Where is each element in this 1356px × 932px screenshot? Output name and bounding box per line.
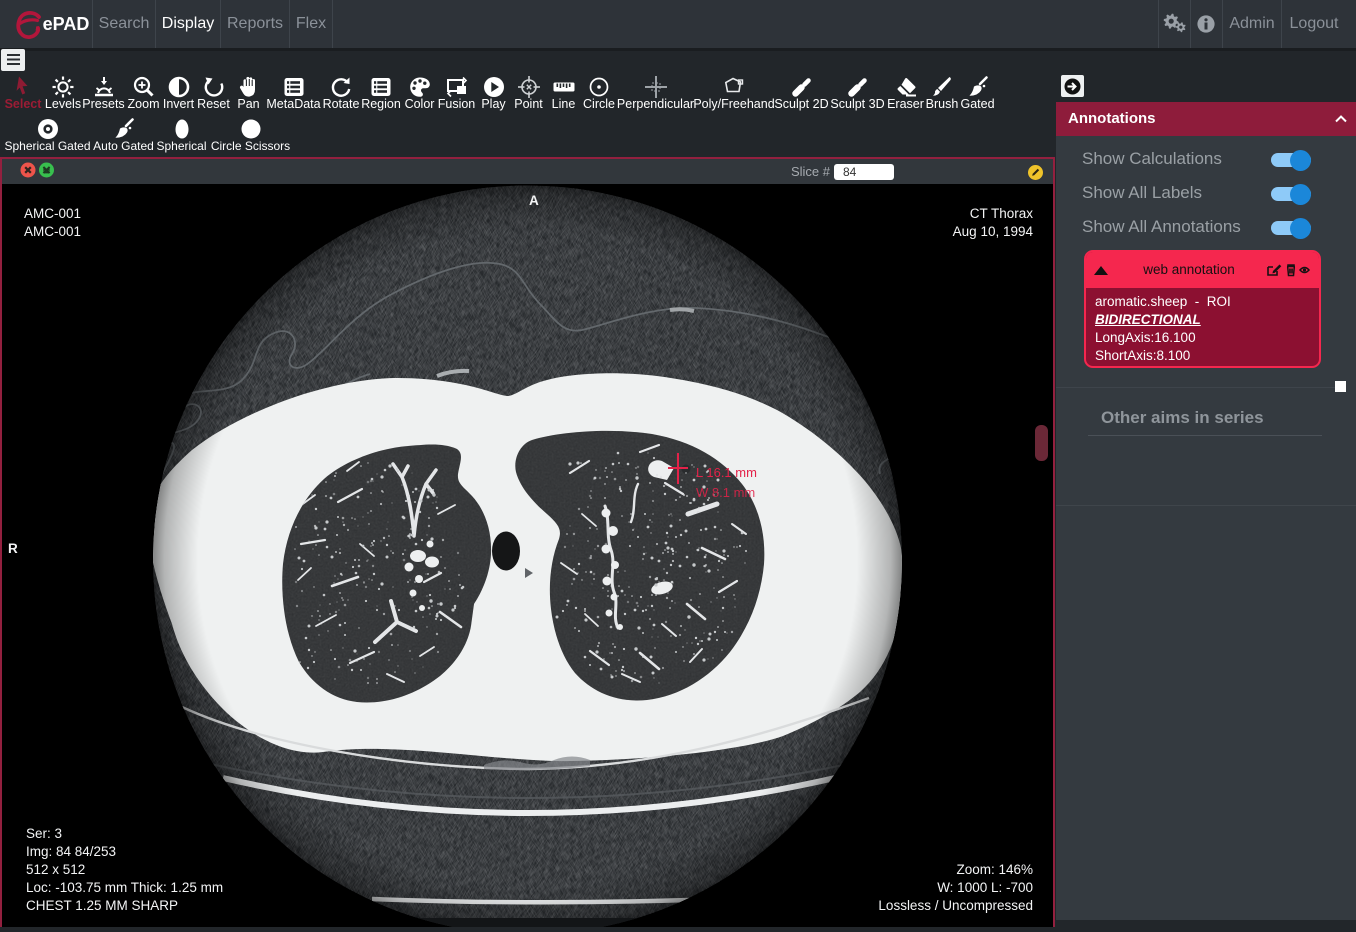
- svg-text:CT Thorax: CT Thorax: [970, 206, 1034, 221]
- svg-text:Ser: 3: Ser: 3: [26, 826, 62, 841]
- svg-text:AMC-001: AMC-001: [24, 224, 81, 239]
- svg-text:AMC-001: AMC-001: [24, 206, 81, 221]
- svg-text:W: 1000 L: -700: W: 1000 L: -700: [937, 880, 1033, 895]
- svg-text:R: R: [8, 541, 18, 556]
- svg-text:Aug 10, 1994: Aug 10, 1994: [953, 224, 1034, 239]
- svg-text:A: A: [529, 193, 539, 208]
- svg-text:512 x 512: 512 x 512: [26, 862, 85, 877]
- svg-text:Lossless / Uncompressed: Lossless / Uncompressed: [878, 898, 1033, 913]
- svg-text:L 16.1 mm: L 16.1 mm: [696, 465, 757, 480]
- svg-text:CHEST 1.25 MM SHARP: CHEST 1.25 MM SHARP: [26, 898, 178, 913]
- svg-text:W 8.1 mm: W 8.1 mm: [696, 485, 755, 500]
- svg-text:Zoom: 146%: Zoom: 146%: [956, 862, 1033, 877]
- svg-text:Loc: -103.75 mm Thick: 1.25 mm: Loc: -103.75 mm Thick: 1.25 mm: [26, 880, 223, 895]
- svg-text:Img: 84 84/253: Img: 84 84/253: [26, 844, 116, 859]
